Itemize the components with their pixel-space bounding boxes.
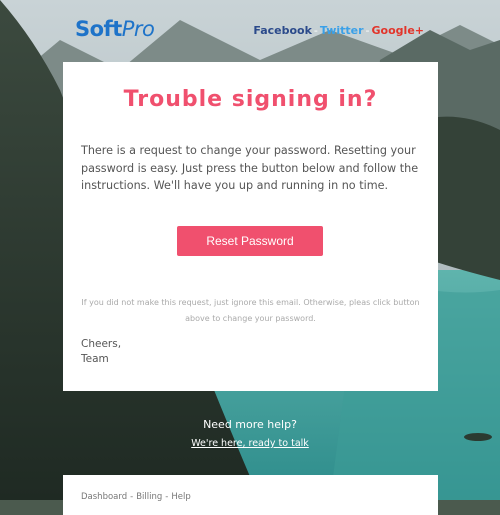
email-card: Trouble signing in? There is a request t… — [63, 62, 438, 391]
signoff-greeting: Cheers, — [81, 338, 122, 350]
help-title: Need more help? — [203, 418, 297, 431]
reset-password-button[interactable]: Reset Password — [177, 226, 323, 256]
signoff: Cheers, Team — [81, 337, 121, 367]
body-text: There is a request to change your passwo… — [81, 144, 419, 192]
footer-card: Dashboard - Billing - Help — [63, 475, 438, 515]
logo-soft-text: Soft — [75, 17, 122, 41]
footer-separator: - — [165, 492, 169, 502]
footer-link-dashboard[interactable]: Dashboard — [81, 492, 127, 502]
contact-support-link[interactable]: We're here, ready to talk — [191, 438, 309, 449]
social-separator: - — [313, 24, 318, 37]
footer-separator: - — [130, 492, 134, 502]
twitter-link[interactable]: Twitter — [320, 24, 364, 37]
help-section: Need more help? We're here, ready to tal… — [0, 418, 500, 450]
footer-link-billing[interactable]: Billing — [136, 492, 162, 502]
signoff-team: Team — [81, 353, 109, 365]
page-title: Trouble signing in? — [123, 87, 378, 112]
footer-link-help[interactable]: Help — [171, 492, 190, 502]
facebook-link[interactable]: Facebook — [253, 24, 312, 37]
social-links: Facebook - Twitter - Google+ — [253, 24, 424, 37]
softpro-logo[interactable]: SoftPro — [75, 17, 155, 41]
google-plus-link[interactable]: Google+ — [372, 24, 424, 37]
logo-pro-text: Pro — [121, 17, 155, 41]
footer-links: Dashboard - Billing - Help — [81, 492, 191, 502]
social-separator: - — [365, 24, 370, 37]
ignore-note: If you did not make this request, just i… — [81, 298, 420, 323]
